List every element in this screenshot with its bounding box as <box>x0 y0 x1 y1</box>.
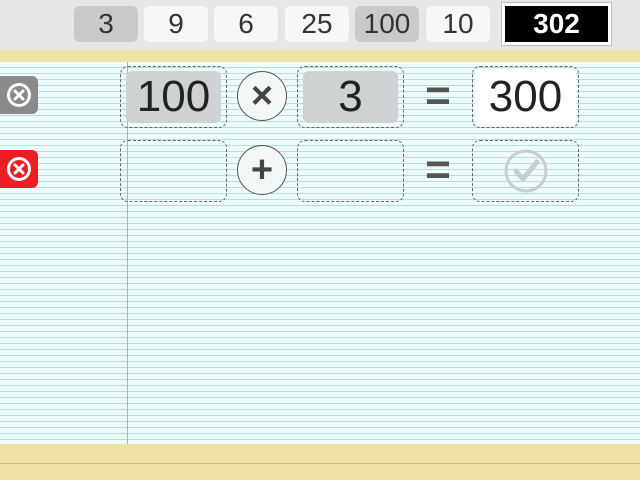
bottom-strip-rule <box>0 463 640 464</box>
row-1-left-operand-slot[interactable]: 100 <box>120 66 227 128</box>
row-1-right-operand-slot[interactable]: 3 <box>297 66 404 128</box>
row-2-right-operand[interactable] <box>303 145 398 197</box>
number-tile-1[interactable]: 3 <box>74 6 138 42</box>
row-1-left-operand[interactable]: 100 <box>126 71 221 123</box>
number-tiles-bar: 3 9 6 25 100 10 302 <box>0 0 640 50</box>
number-tile-4[interactable]: 25 <box>285 6 349 42</box>
row-2-left-operand[interactable] <box>126 145 221 197</box>
row-1-right-operand[interactable]: 3 <box>303 71 398 123</box>
target-number: 302 <box>501 2 612 46</box>
delete-row-2-button[interactable] <box>0 150 38 188</box>
row-2-operator-button[interactable]: + <box>237 145 287 195</box>
row-1-result-slot[interactable]: 300 <box>472 66 579 128</box>
number-tile-5[interactable]: 100 <box>355 6 419 42</box>
row-2-equals-sign: = <box>425 145 451 194</box>
row-2-left-operand-slot[interactable] <box>120 140 227 202</box>
row-2-right-operand-slot[interactable] <box>297 140 404 202</box>
row-1-operator-button[interactable]: × <box>237 71 287 121</box>
top-paper-strip <box>0 50 640 62</box>
row-1-equals-sign: = <box>425 71 451 120</box>
close-circle-icon <box>7 83 31 107</box>
number-tile-3[interactable]: 6 <box>214 6 278 42</box>
row-2-result-slot[interactable] <box>472 140 579 202</box>
close-circle-icon <box>7 157 31 181</box>
number-tile-2[interactable]: 9 <box>144 6 208 42</box>
number-tile-6[interactable]: 10 <box>426 6 490 42</box>
delete-row-1-button[interactable] <box>0 76 38 114</box>
row-1-result[interactable]: 300 <box>475 69 576 125</box>
check-circle-icon <box>504 149 547 193</box>
bottom-paper-strip <box>0 444 640 480</box>
